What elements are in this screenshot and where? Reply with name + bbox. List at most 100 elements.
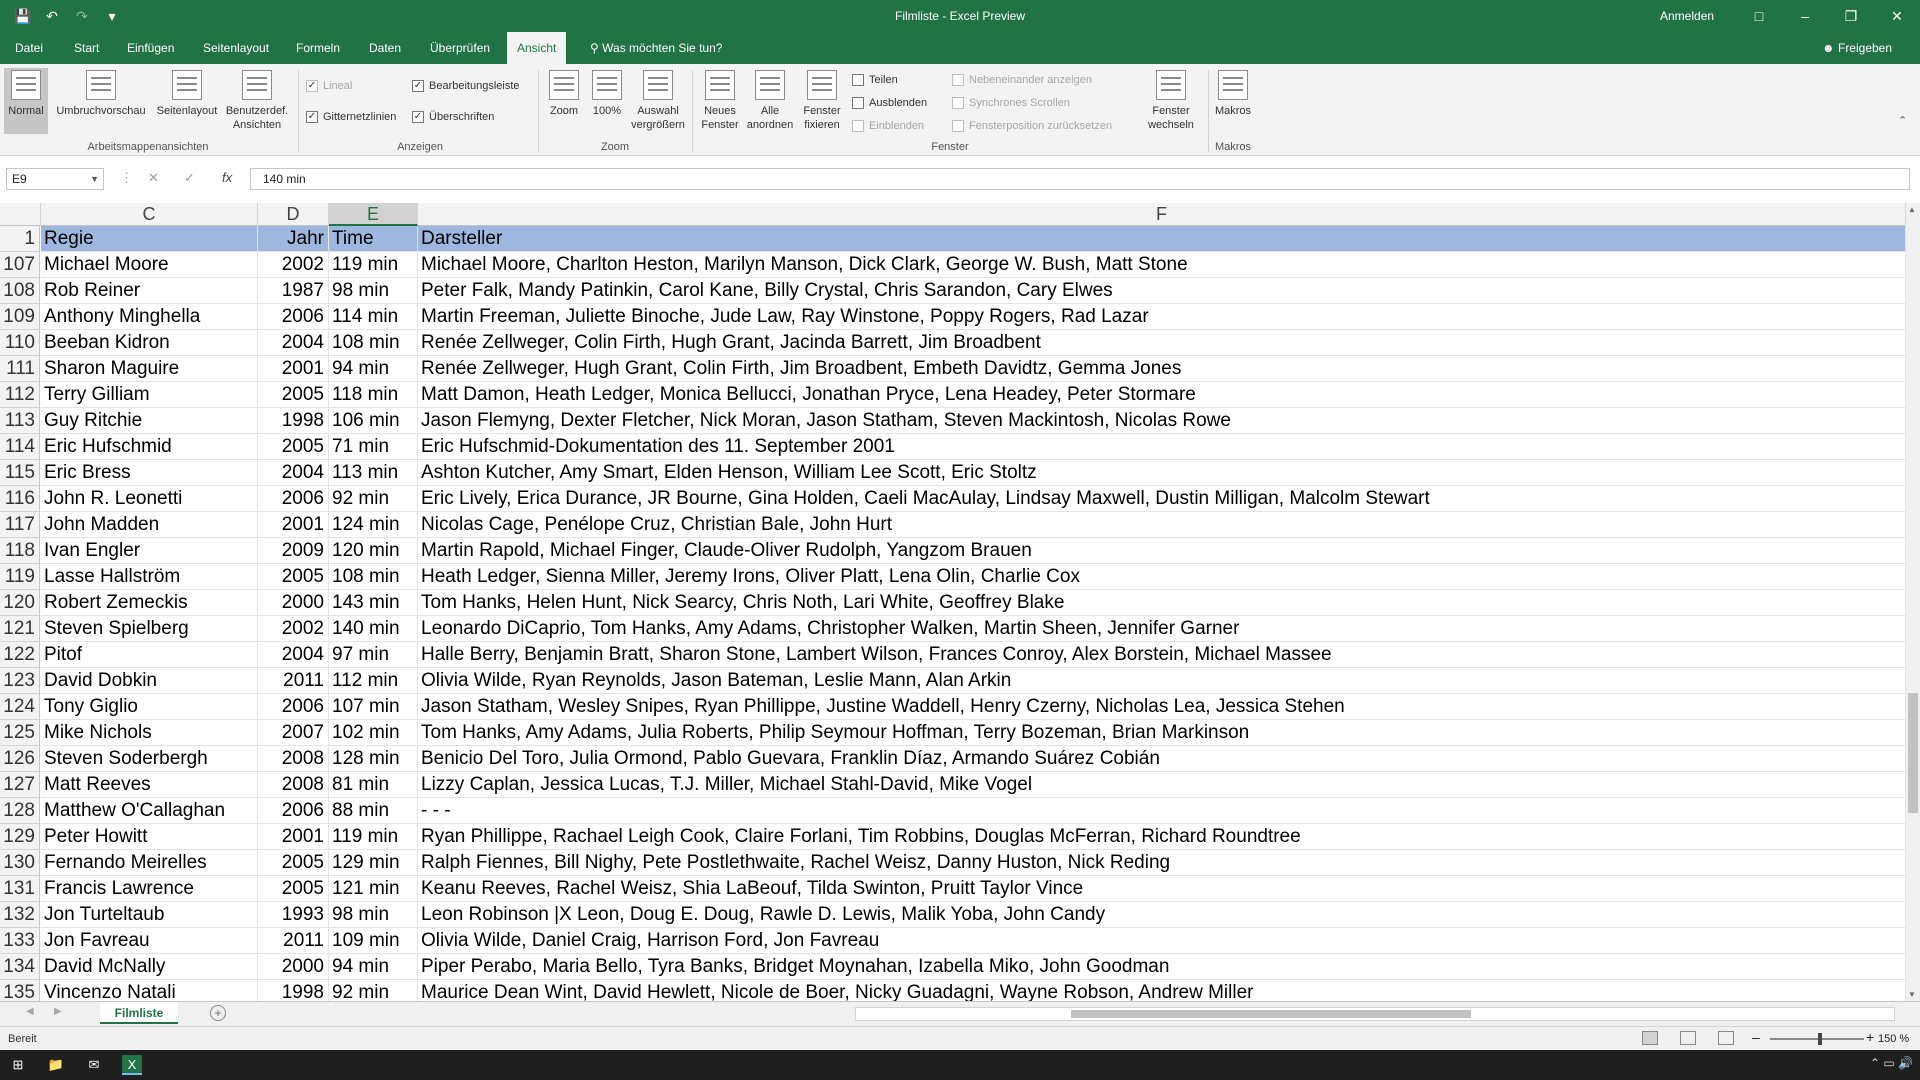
- zoom-slider[interactable]: [1770, 1033, 1864, 1045]
- tab-datei[interactable]: Datei: [5, 32, 53, 64]
- cell-darsteller[interactable]: Jason Flemyng, Dexter Fletcher, Nick Mor…: [418, 408, 1906, 434]
- cell-regie[interactable]: Peter Howitt: [41, 824, 258, 850]
- cell-jahr[interactable]: 1998: [258, 408, 329, 434]
- row-number[interactable]: 109: [0, 304, 40, 330]
- cell-regie[interactable]: Fernando Meirelles: [41, 850, 258, 876]
- row-number[interactable]: 121: [0, 616, 40, 642]
- row-number[interactable]: 125: [0, 720, 40, 746]
- tell-me-box[interactable]: ⚲ Was möchten Sie tun?: [580, 32, 732, 64]
- cell-regie[interactable]: John Madden: [41, 512, 258, 538]
- cell-time[interactable]: 81 min: [329, 772, 418, 798]
- cell-darsteller[interactable]: Ryan Phillippe, Rachael Leigh Cook, Clai…: [418, 824, 1906, 850]
- chevron-down-icon[interactable]: ▼: [90, 169, 99, 189]
- row-number[interactable]: 128: [0, 798, 40, 824]
- cell-time[interactable]: 98 min: [329, 278, 418, 304]
- hide-button[interactable]: Ausblenden: [852, 95, 927, 111]
- cell-regie[interactable]: Michael Moore: [41, 252, 258, 278]
- restore-button[interactable]: ❐: [1828, 0, 1874, 32]
- cell-regie[interactable]: Steven Spielberg: [41, 616, 258, 642]
- minimize-button[interactable]: –: [1782, 0, 1828, 32]
- view-side-by-side-button[interactable]: Nebeneinander anzeigen: [952, 72, 1092, 88]
- cell-darsteller[interactable]: Eric Hufschmid-Dokumentation des 11. Sep…: [418, 434, 1906, 460]
- cell-jahr[interactable]: 2001: [258, 824, 329, 850]
- cell-darsteller[interactable]: Ashton Kutcher, Amy Smart, Elden Henson,…: [418, 460, 1906, 486]
- zoom-slider-knob[interactable]: [1818, 1033, 1822, 1045]
- zoom-level[interactable]: 150 %: [1878, 1027, 1909, 1051]
- cell-regie[interactable]: Jon Favreau: [41, 928, 258, 954]
- cell-darsteller[interactable]: Matt Damon, Heath Ledger, Monica Bellucc…: [418, 382, 1906, 408]
- headings-checkbox[interactable]: ✓ Überschriften: [412, 109, 494, 125]
- row-number[interactable]: 122: [0, 642, 40, 668]
- cell-darsteller[interactable]: Eric Lively, Erica Durance, JR Bourne, G…: [418, 486, 1906, 512]
- cell-darsteller[interactable]: Olivia Wilde, Daniel Craig, Harrison For…: [418, 928, 1906, 954]
- cell-jahr[interactable]: 2011: [258, 928, 329, 954]
- tab-daten[interactable]: Daten: [359, 32, 411, 64]
- zoom-in-icon[interactable]: +: [1866, 1029, 1874, 1045]
- cell-time[interactable]: 98 min: [329, 902, 418, 928]
- cell-time[interactable]: 119 min: [329, 252, 418, 278]
- cell-regie[interactable]: Matt Reeves: [41, 772, 258, 798]
- cell-regie[interactable]: Eric Hufschmid: [41, 434, 258, 460]
- row-number[interactable]: 133: [0, 928, 40, 954]
- scroll-thumb[interactable]: [1908, 693, 1918, 813]
- row-number[interactable]: 114: [0, 434, 40, 460]
- scroll-up-icon[interactable]: ▲: [1908, 205, 1916, 214]
- cell-regie[interactable]: John R. Leonetti: [41, 486, 258, 512]
- cell-time[interactable]: 94 min: [329, 356, 418, 382]
- row-number[interactable]: 1: [0, 226, 40, 252]
- cell-regie[interactable]: Beeban Kidron: [41, 330, 258, 356]
- row-number[interactable]: 112: [0, 382, 40, 408]
- cell-jahr[interactable]: 2005: [258, 850, 329, 876]
- cell-jahr[interactable]: 2011: [258, 668, 329, 694]
- page-layout-icon[interactable]: [1680, 1031, 1696, 1045]
- cell-time[interactable]: 124 min: [329, 512, 418, 538]
- row-number[interactable]: 127: [0, 772, 40, 798]
- zoom-selection-button[interactable]: Auswahl vergrößern: [630, 68, 686, 132]
- cell-jahr[interactable]: 1998: [258, 980, 329, 1001]
- row-number[interactable]: 116: [0, 486, 40, 512]
- cell-regie[interactable]: Eric Bress: [41, 460, 258, 486]
- cell-regie[interactable]: Ivan Engler: [41, 538, 258, 564]
- cell-jahr[interactable]: 2004: [258, 330, 329, 356]
- cell-time[interactable]: 92 min: [329, 486, 418, 512]
- ribbon-display-icon[interactable]: □: [1736, 0, 1782, 32]
- cell-time[interactable]: 121 min: [329, 876, 418, 902]
- scroll-right-icon[interactable]: ▶: [54, 1006, 62, 1017]
- cell-jahr[interactable]: 2009: [258, 538, 329, 564]
- switch-windows-button[interactable]: Fenster wechseln: [1132, 68, 1210, 132]
- page-break-preview-button[interactable]: Umbruchvorschau: [50, 68, 152, 118]
- cell-time[interactable]: 108 min: [329, 564, 418, 590]
- cell-time[interactable]: 129 min: [329, 850, 418, 876]
- unhide-button[interactable]: Einblenden: [852, 118, 924, 134]
- close-button[interactable]: ✕: [1874, 0, 1920, 32]
- cell-regie[interactable]: Terry Gilliam: [41, 382, 258, 408]
- cell-jahr[interactable]: 1987: [258, 278, 329, 304]
- cell-darsteller[interactable]: Michael Moore, Charlton Heston, Marilyn …: [418, 252, 1906, 278]
- cell-jahr[interactable]: 2000: [258, 954, 329, 980]
- system-tray-icons[interactable]: ⌃ ▭ 🔊: [1870, 1056, 1913, 1070]
- horizontal-scrollbar[interactable]: [855, 1007, 1895, 1021]
- cell-jahr[interactable]: 2006: [258, 486, 329, 512]
- cell-darsteller[interactable]: - - -: [418, 798, 1906, 824]
- cell-darsteller[interactable]: Renée Zellweger, Hugh Grant, Colin Firth…: [418, 356, 1906, 382]
- cell-regie[interactable]: Vincenzo Natali: [41, 980, 258, 1001]
- cell-darsteller[interactable]: Martin Rapold, Michael Finger, Claude-Ol…: [418, 538, 1906, 564]
- cell-darsteller[interactable]: Jason Statham, Wesley Snipes, Ryan Phill…: [418, 694, 1906, 720]
- column-header-f[interactable]: F: [418, 203, 1906, 226]
- sign-in-link[interactable]: Anmelden: [1660, 0, 1714, 32]
- cell-darsteller[interactable]: Leonardo DiCaprio, Tom Hanks, Amy Adams,…: [418, 616, 1906, 642]
- cell-jahr[interactable]: 2000: [258, 590, 329, 616]
- scroll-left-icon[interactable]: ◀: [26, 1006, 34, 1017]
- cell-time[interactable]: 106 min: [329, 408, 418, 434]
- cell-time[interactable]: 109 min: [329, 928, 418, 954]
- cell-jahr[interactable]: 2006: [258, 304, 329, 330]
- cell-time[interactable]: 107 min: [329, 694, 418, 720]
- insert-function-icon[interactable]: fx: [222, 170, 232, 185]
- row-number[interactable]: 131: [0, 876, 40, 902]
- page-break-icon[interactable]: [1718, 1031, 1734, 1045]
- row-number[interactable]: 111: [0, 356, 40, 382]
- cell-time[interactable]: 119 min: [329, 824, 418, 850]
- cell-time[interactable]: 120 min: [329, 538, 418, 564]
- row-number[interactable]: 107: [0, 252, 40, 278]
- macros-button[interactable]: Makros: [1212, 68, 1254, 118]
